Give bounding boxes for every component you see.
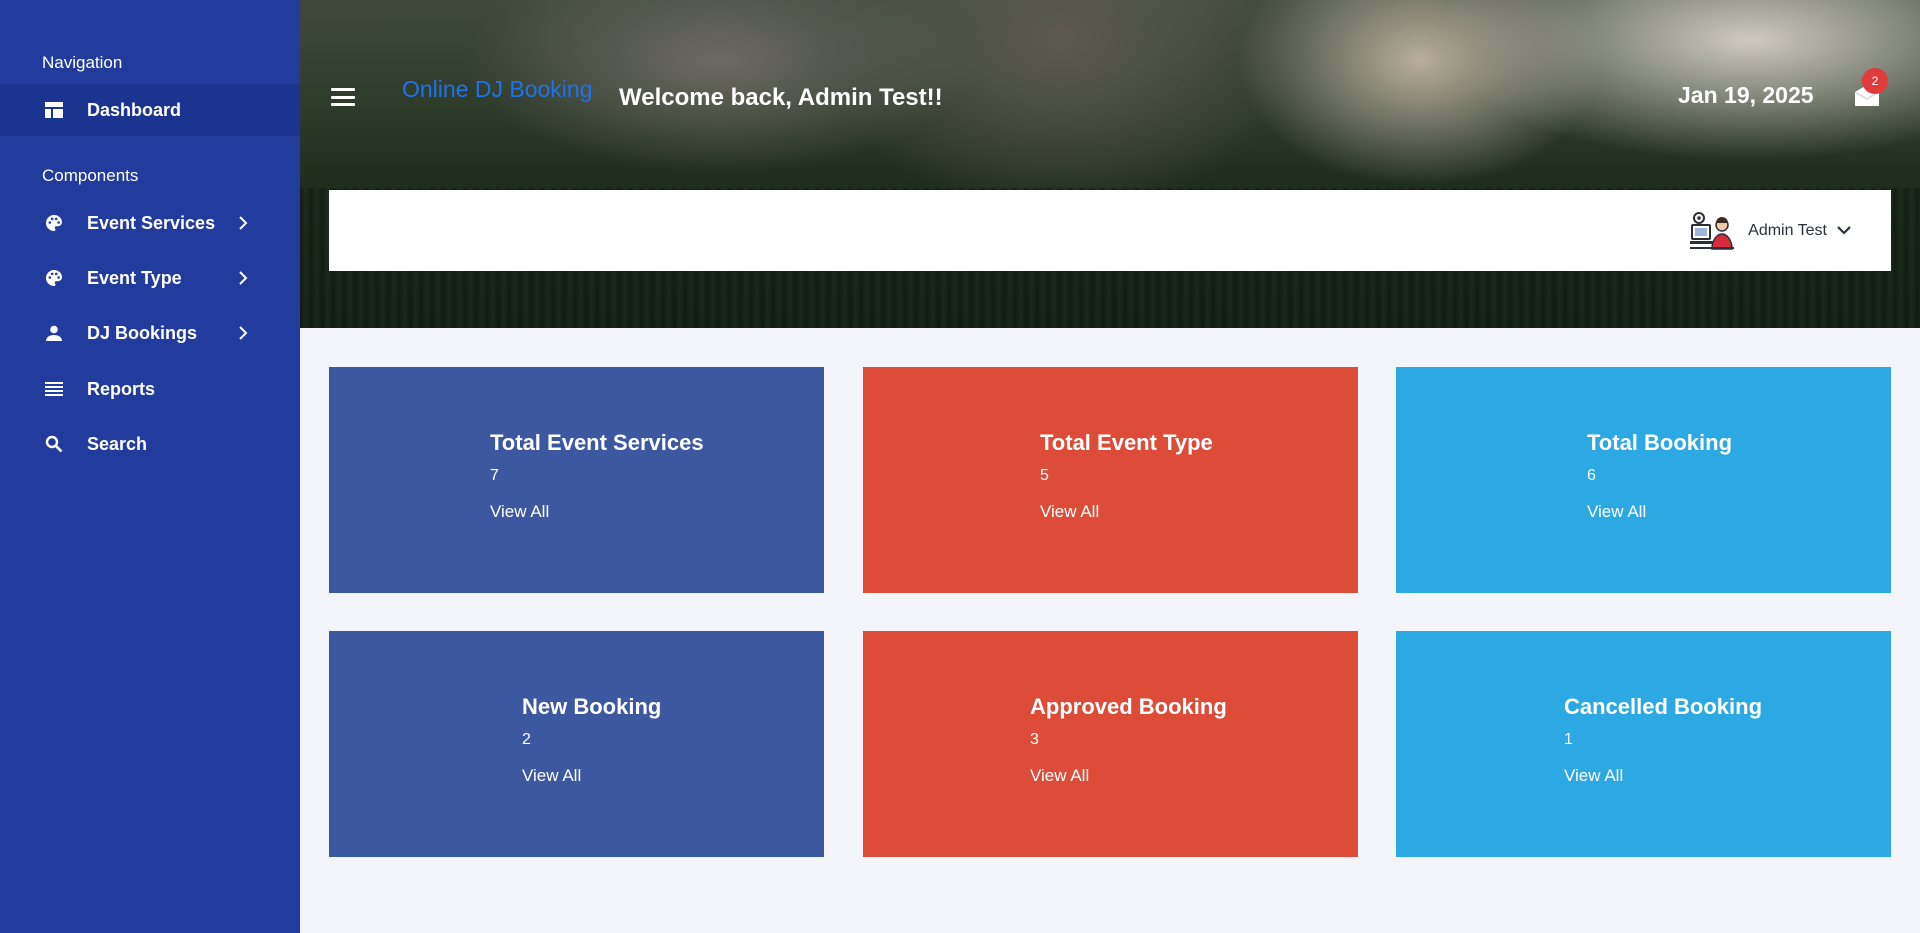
card-total-event-services: Total Event Services 7 View All	[329, 367, 824, 593]
card-title: Approved Booking	[1030, 694, 1227, 719]
card-cancelled-booking: Cancelled Booking 1 View All	[1396, 631, 1891, 857]
chevron-right-icon	[236, 216, 250, 230]
card-value: 2	[522, 731, 531, 748]
card-approved-booking: Approved Booking 3 View All	[863, 631, 1358, 857]
mail-badge: 2	[1862, 68, 1888, 94]
header-banner	[300, 0, 1920, 328]
view-all-link[interactable]: View All	[522, 766, 581, 786]
view-all-link[interactable]: View All	[490, 502, 549, 522]
card-value: 5	[1040, 467, 1049, 484]
view-all-link[interactable]: View All	[1587, 502, 1646, 522]
card-title: Cancelled Booking	[1564, 694, 1763, 719]
sidebar-item-event-type[interactable]: Event Type	[0, 252, 300, 304]
menu-toggle-icon[interactable]	[330, 84, 356, 110]
sidebar-item-label: Event Type	[87, 267, 182, 288]
card-total-event-type: Total Event Type 5 View All	[863, 367, 1358, 593]
welcome-message: Welcome back, Admin Test!!	[619, 84, 943, 111]
sidebar: Navigation Dashboard Components Event Se…	[0, 0, 300, 933]
card-value: 7	[490, 467, 499, 484]
sidebar-item-label: DJ Bookings	[87, 322, 198, 343]
sidebar-item-search[interactable]: Search	[0, 418, 300, 470]
card-title: Total Event Type	[1040, 430, 1213, 455]
card-title: New Booking	[522, 694, 662, 719]
sidebar-item-label: Search	[87, 433, 148, 454]
user-icon	[44, 323, 64, 343]
user-name: Admin Test	[1748, 222, 1827, 239]
user-menu[interactable]: Admin Test	[1690, 210, 1851, 252]
top-bar: Admin Test	[329, 190, 1891, 271]
sidebar-item-reports[interactable]: Reports	[0, 363, 300, 415]
chevron-right-icon	[236, 326, 250, 340]
card-total-booking: Total Booking 6 View All	[1396, 367, 1891, 593]
sidebar-item-label: Reports	[87, 378, 156, 399]
palette-icon	[44, 213, 64, 233]
current-date: Jan 19, 2025	[1678, 82, 1814, 108]
view-all-link[interactable]: View All	[1040, 502, 1099, 522]
chevron-right-icon	[236, 271, 250, 285]
nav-heading-navigation: Navigation	[42, 53, 123, 72]
avatar	[1690, 211, 1735, 251]
card-title: Total Booking	[1587, 430, 1733, 455]
sidebar-item-dj-bookings[interactable]: DJ Bookings	[0, 307, 300, 359]
chevron-down-icon	[1837, 222, 1851, 240]
card-title: Total Event Services	[490, 430, 704, 455]
sidebar-item-event-services[interactable]: Event Services	[0, 197, 300, 249]
card-new-booking: New Booking 2 View All	[329, 631, 824, 857]
dashboard-icon	[44, 100, 64, 120]
card-value: 6	[1587, 467, 1596, 484]
view-all-link[interactable]: View All	[1564, 766, 1623, 786]
brand-title[interactable]: Online DJ Booking	[402, 76, 593, 103]
card-value: 3	[1030, 731, 1039, 748]
app-root: Navigation Dashboard Components Event Se…	[0, 0, 1920, 933]
palette-icon	[44, 268, 64, 288]
view-all-link[interactable]: View All	[1030, 766, 1089, 786]
nav-heading-components: Components	[42, 166, 139, 185]
dashboard-content: Total Event Services 7 View All Total Ev…	[300, 328, 1920, 933]
list-icon	[44, 379, 64, 399]
search-icon	[44, 434, 64, 454]
sidebar-item-dashboard[interactable]: Dashboard	[0, 84, 300, 136]
sidebar-item-label: Dashboard	[87, 99, 182, 120]
sidebar-item-label: Event Services	[87, 212, 216, 233]
card-value: 1	[1564, 731, 1573, 748]
